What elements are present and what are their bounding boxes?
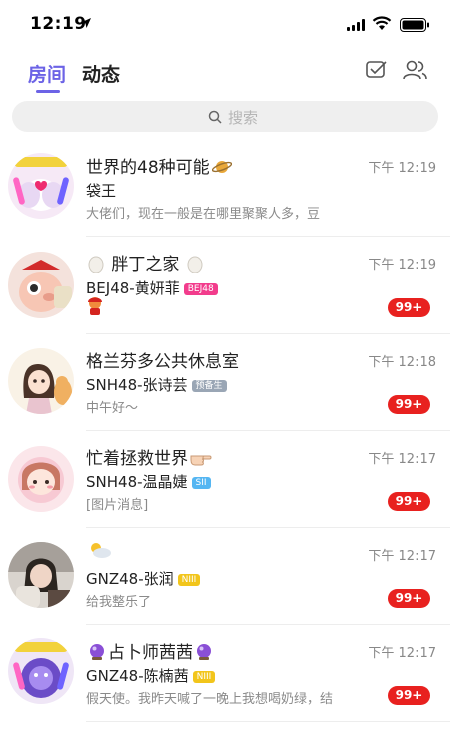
room-time: 下午 12:19 [368,258,436,273]
red-character-sticker-icon [88,297,102,315]
room-avatar [8,153,74,219]
room-title: 格兰芬多公共休息室 [86,352,239,372]
last-sender: GNZ48-陈楠茜 NIII [86,665,216,686]
last-message-preview: 给我整乐了 [86,595,152,610]
room-list: 世界的48种可能 下午 12:19 袋王 大佬们，现在一般是在哪里聚聚人多，豆 … [0,140,450,722]
contacts-icon[interactable] [403,60,427,80]
search-placeholder: 搜索 [228,109,259,127]
room-row[interactable]: 占卜师茜茜 下午 12:17 GNZ48-陈楠茜 NIII 假天使。我昨天喊了一晚… [0,625,450,722]
unread-count-badge: 99+ [388,686,430,705]
room-time: 下午 12:19 [368,161,436,176]
room-time: 下午 12:18 [368,355,436,370]
last-message-preview: 假天使。我昨天喊了一晚上我想喝奶绿，结 [86,692,334,707]
room-title: 世界的48种可能 [86,153,234,178]
egg-icon [88,256,104,273]
pointing-hand-icon [190,455,212,466]
search-icon [208,110,222,124]
team-badge: SII [191,477,211,489]
last-message-preview: 大佬们，现在一般是在哪里聚聚人多，豆 [86,207,321,222]
room-title: 忙着拯救世界 [86,444,214,469]
wifi-icon [372,16,392,30]
last-sender: SNH48-张诗芸 预备生 [86,374,227,395]
unread-count-badge: 99+ [388,395,430,414]
room-row[interactable]: 下午 12:17 GNZ48-张润 NIII 给我整乐了 99+ [0,528,450,625]
team-badge: NIII [192,671,216,683]
status-bar: 12:19 [0,0,450,50]
room-title [86,541,114,561]
team-badge: 预备生 [191,380,227,392]
room-time: 下午 12:17 [368,452,436,467]
active-tab-indicator [36,90,60,93]
mark-read-icon[interactable] [366,60,388,80]
room-row[interactable]: 胖丁之家 下午 12:19 BEJ48-黄妍菲 BEJ48 99+ [0,237,450,334]
sun-behind-cloud-icon [91,543,111,558]
unread-count-badge: 99+ [388,589,430,608]
ringed-planet-icon [211,161,232,173]
last-message-preview [86,296,104,320]
row-divider [86,721,450,722]
last-sender: SNH48-温晶婕 SII [86,471,211,492]
room-title: 占卜师茜茜 [86,638,215,663]
tab-feed[interactable]: 动态 [82,60,120,87]
room-avatar [8,348,74,414]
battery-icon [400,18,429,32]
last-sender: 袋王 [86,182,117,200]
room-avatar [8,638,74,704]
team-badge: NIII [177,574,201,586]
crystal-ball-icon [90,644,104,660]
room-time: 下午 12:17 [368,549,436,564]
room-time: 下午 12:17 [368,646,436,661]
last-message-preview: [图片消息] [86,498,149,513]
room-row[interactable]: 忙着拯救世界 下午 12:17 SNH48-温晶婕 SII [图片消息] 99+ [0,431,450,528]
search-bar[interactable]: 搜索 [12,101,438,132]
cellular-signal-icon [347,19,365,31]
unread-count-badge: 99+ [388,492,430,511]
unread-count-badge: 99+ [388,298,430,317]
crystal-ball-icon [197,644,211,660]
room-row[interactable]: 世界的48种可能 下午 12:19 袋王 大佬们，现在一般是在哪里聚聚人多，豆 [0,140,450,237]
status-time: 12:19 [30,14,87,34]
room-avatar [8,446,74,512]
location-arrow-icon [81,18,91,28]
tab-rooms[interactable]: 房间 [28,60,66,87]
last-sender: BEJ48-黄妍菲 BEJ48 [86,277,218,298]
last-sender: GNZ48-张润 NIII [86,568,201,589]
room-avatar [8,252,74,318]
last-message-preview: 中午好～ [86,401,139,416]
team-badge: BEJ48 [183,283,218,295]
room-title: 胖丁之家 [86,250,205,275]
top-tab-bar: 房间 动态 [0,52,450,98]
room-avatar [8,542,74,608]
egg-icon [187,256,203,273]
room-row[interactable]: 格兰芬多公共休息室 下午 12:18 SNH48-张诗芸 预备生 中午好～ 99+ [0,334,450,431]
